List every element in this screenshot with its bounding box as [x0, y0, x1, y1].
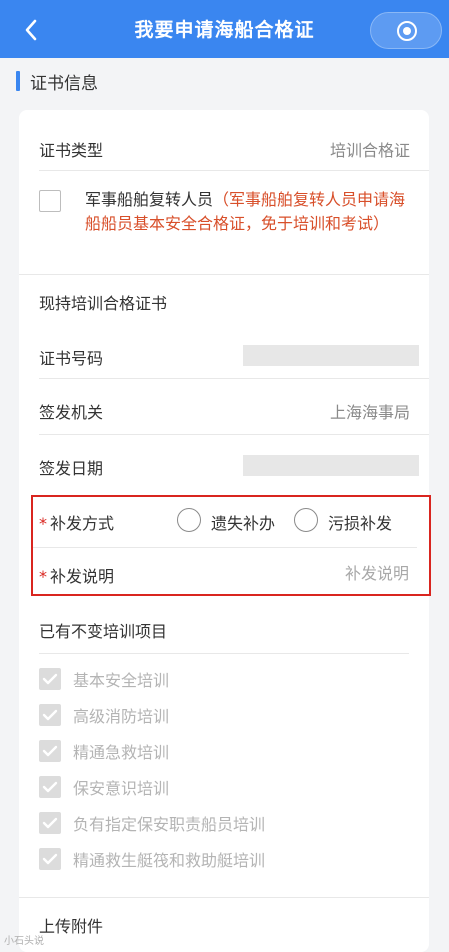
divider — [39, 378, 429, 379]
training-title: 已有不变培训项目 — [39, 622, 168, 641]
training-item-label: 基本安全培训 — [73, 671, 170, 690]
training-checkbox — [39, 812, 61, 834]
training-checkbox — [39, 848, 61, 870]
veteran-checkbox[interactable] — [39, 190, 61, 212]
required-mark: * — [39, 567, 47, 586]
cert-type-label: 证书类型 — [39, 141, 104, 160]
training-checkbox — [39, 776, 61, 798]
training-item: 精通救生艇筏和救助艇培训 — [39, 847, 265, 871]
training-item: 高级消防培训 — [39, 703, 169, 727]
issue-date-label: 签发日期 — [39, 459, 104, 478]
target-circle-icon — [397, 21, 417, 41]
training-item-label: 负有指定保安职责船员培训 — [73, 815, 266, 834]
section-title: 证书信息 — [30, 73, 98, 94]
reissue-desc-text: 补发说明 — [50, 567, 115, 586]
required-mark: * — [39, 514, 47, 533]
watermark: 小石头说 — [4, 936, 44, 947]
training-item-label: 高级消防培训 — [73, 707, 170, 726]
upload-label[interactable]: 上传附件 — [39, 913, 103, 937]
reissue-desc-label: * 补发说明 — [39, 563, 114, 587]
radio-lost-label[interactable]: 遗失补办 — [211, 510, 275, 534]
training-item: 保安意识培训 — [39, 775, 169, 799]
divider — [39, 170, 429, 171]
cert-type-value[interactable]: 培训合格证 — [330, 137, 410, 161]
training-item-label: 精通救生艇筏和救助艇培训 — [73, 851, 266, 870]
training-item: 基本安全培训 — [39, 667, 169, 691]
divider — [19, 897, 429, 898]
reissue-desc-input[interactable] — [229, 562, 409, 584]
cert-number-label: 证书号码 — [39, 349, 104, 368]
reissue-method-label: * 补发方式 — [39, 510, 114, 534]
section-header: 证书信息 — [16, 68, 98, 94]
radio-damaged[interactable] — [294, 508, 318, 532]
training-item: 负有指定保安职责船员培训 — [39, 811, 265, 835]
training-checkbox — [39, 740, 61, 762]
issuer-label: 签发机关 — [39, 403, 104, 422]
reissue-method-text: 补发方式 — [50, 514, 115, 533]
section-accent-bar — [16, 71, 20, 91]
divider — [33, 547, 417, 548]
top-nav-bar: 我要申请海船合格证 — [0, 0, 449, 58]
divider — [39, 653, 409, 654]
veteran-text: 军事船舶复转人员（军事船舶复转人员申请海船船员基本安全合格证，免于培训和考试） — [85, 188, 415, 236]
current-cert-label: 现持培训合格证书 — [39, 294, 168, 313]
checkmark-icon — [42, 745, 58, 757]
training-checkbox — [39, 668, 61, 690]
issue-date-field — [243, 455, 419, 476]
divider — [39, 434, 429, 435]
training-item: 精通急救培训 — [39, 739, 169, 763]
cert-number-field — [243, 345, 419, 366]
checkmark-icon — [42, 673, 58, 685]
checkmark-icon — [42, 781, 58, 793]
training-checkbox — [39, 704, 61, 726]
radio-lost[interactable] — [177, 508, 201, 532]
radio-damaged-label[interactable]: 污损补发 — [328, 510, 392, 534]
divider — [19, 274, 429, 275]
training-item-label: 保安意识培训 — [73, 779, 170, 798]
mini-program-menu-button[interactable] — [370, 12, 442, 49]
issuer-value: 上海海事局 — [329, 403, 410, 422]
veteran-label: 军事船舶复转人员 — [85, 190, 214, 209]
checkmark-icon — [42, 709, 58, 721]
checkmark-icon — [42, 817, 58, 829]
training-item-label: 精通急救培训 — [73, 743, 170, 762]
checkmark-icon — [42, 853, 58, 865]
form-card: 证书类型 培训合格证 军事船舶复转人员（军事船舶复转人员申请海船船员基本安全合格… — [19, 110, 431, 952]
